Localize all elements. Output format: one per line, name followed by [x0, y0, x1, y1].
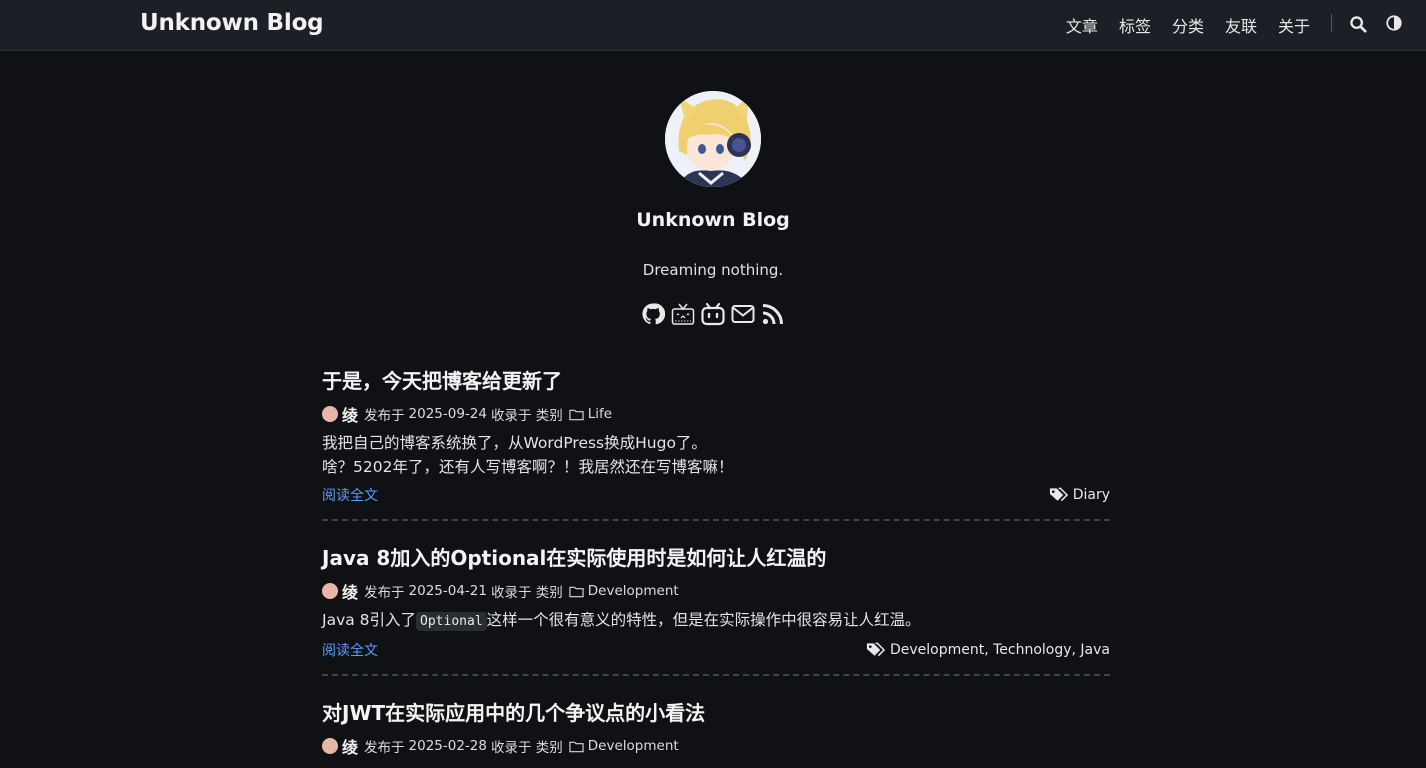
post-category[interactable]: Development: [588, 583, 679, 599]
summary-line: 啥？5202年了，还有人写博客啊？！我居然还在写博客嘛！: [322, 458, 734, 476]
inline-code: Optional: [416, 612, 487, 631]
post-summary: 我把自己的博客系统换了，从WordPress换成Hugo了。 啥？5202年了，…: [322, 431, 1110, 479]
published-label: 发布于: [364, 740, 405, 756]
post-tags: Development, Technology, Java: [866, 642, 1110, 658]
nav-divider: [1331, 14, 1332, 32]
post-item: Java 8加入的Optional在实际使用时是如何让人红温的 绫 发布于 20…: [322, 543, 1110, 676]
post-summary: Java 8引入了 Optional 这样一个很有意义的特性，但是在实际操作中很容易…: [322, 608, 1110, 634]
post-tags: Diary: [1049, 487, 1110, 503]
avatar: [665, 91, 761, 187]
site-tagline: Dreaming nothing.: [642, 261, 784, 279]
main-nav: 文章 标签 分类 友联 关于: [1066, 13, 1310, 37]
nav-item-tags[interactable]: 标签: [1119, 13, 1151, 37]
category-label: 收录于 类别: [490, 585, 563, 601]
post-category[interactable]: Development: [588, 738, 679, 754]
post-item: 对JWT在实际应用中的几个争议点的小看法 绫 发布于 2025-02-28 收录…: [322, 698, 1110, 758]
tag-link[interactable]: Diary: [1073, 487, 1110, 503]
folder-icon: [569, 409, 584, 420]
post-author[interactable]: 绫: [342, 579, 358, 603]
post-footer: 阅读全文 Development, Technology, Java: [322, 640, 1110, 674]
rss-icon[interactable]: [761, 302, 785, 326]
post-title[interactable]: 对JWT在实际应用中的几个争议点的小看法: [322, 698, 1110, 728]
post-category[interactable]: Life: [588, 406, 612, 422]
author-avatar: [322, 583, 338, 599]
post-meta: 绫 发布于 2025-04-21 收录于 类别 Development: [322, 579, 1110, 603]
author-avatar: [322, 406, 338, 422]
profile-section: Unknown Blog Dreaming nothing.: [0, 91, 1426, 326]
post-title[interactable]: Java 8加入的Optional在实际使用时是如何让人红温的: [322, 543, 1110, 573]
nav-item-categories[interactable]: 分类: [1172, 13, 1204, 37]
nav-item-friends[interactable]: 友联: [1225, 13, 1257, 37]
published-label: 发布于: [364, 585, 405, 601]
theme-toggle-icon[interactable]: [1385, 14, 1403, 32]
tags-icon: [866, 642, 885, 657]
post-date: 2025-09-24: [408, 406, 487, 422]
folder-icon: [569, 741, 584, 752]
summary-line: 我把自己的博客系统换了，从WordPress换成Hugo了。: [322, 434, 707, 452]
github-icon[interactable]: [641, 302, 665, 326]
tag-link[interactable]: Development, Technology, Java: [890, 642, 1110, 658]
summary-text: 这样一个很有意义的特性，但是在实际操作中很容易让人红温。: [486, 611, 921, 629]
post-meta: 绫 发布于 2025-09-24 收录于 类别 Life: [322, 402, 1110, 426]
tags-icon: [1049, 487, 1068, 502]
post-author[interactable]: 绫: [342, 734, 358, 758]
post-title[interactable]: 于是，今天把博客给更新了: [322, 366, 1110, 396]
post-author[interactable]: 绫: [342, 402, 358, 426]
post-date: 2025-04-21: [408, 583, 487, 599]
read-more-link[interactable]: 阅读全文: [322, 640, 378, 660]
top-navbar: Unknown Blog 文章 标签 分类 友联 关于: [0, 0, 1426, 51]
summary-text: Java 8引入了: [322, 611, 417, 629]
nav-item-articles[interactable]: 文章: [1066, 13, 1098, 37]
published-label: 发布于: [364, 408, 405, 424]
category-label: 收录于 类别: [490, 740, 563, 756]
mail-icon[interactable]: [731, 302, 755, 326]
site-brand-link[interactable]: Unknown Blog: [140, 10, 324, 36]
post-date: 2025-02-28: [408, 738, 487, 754]
post-meta: 绫 发布于 2025-02-28 收录于 类别 Development: [322, 734, 1110, 758]
bilibili-icon[interactable]: [701, 302, 725, 326]
post-item: 于是，今天把博客给更新了 绫 发布于 2025-09-24 收录于 类别 Lif…: [322, 366, 1110, 521]
social-links: [0, 302, 1426, 326]
category-label: 收录于 类别: [490, 408, 563, 424]
folder-icon: [569, 586, 584, 597]
search-icon[interactable]: [1349, 15, 1367, 33]
post-list: 于是，今天把博客给更新了 绫 发布于 2025-09-24 收录于 类别 Lif…: [322, 366, 1110, 758]
tv-icon[interactable]: [671, 302, 695, 326]
nav-item-about[interactable]: 关于: [1278, 13, 1310, 37]
read-more-link[interactable]: 阅读全文: [322, 485, 378, 505]
post-footer: 阅读全文 Diary: [322, 485, 1110, 519]
site-title: Unknown Blog: [636, 209, 790, 231]
author-avatar: [322, 738, 338, 754]
